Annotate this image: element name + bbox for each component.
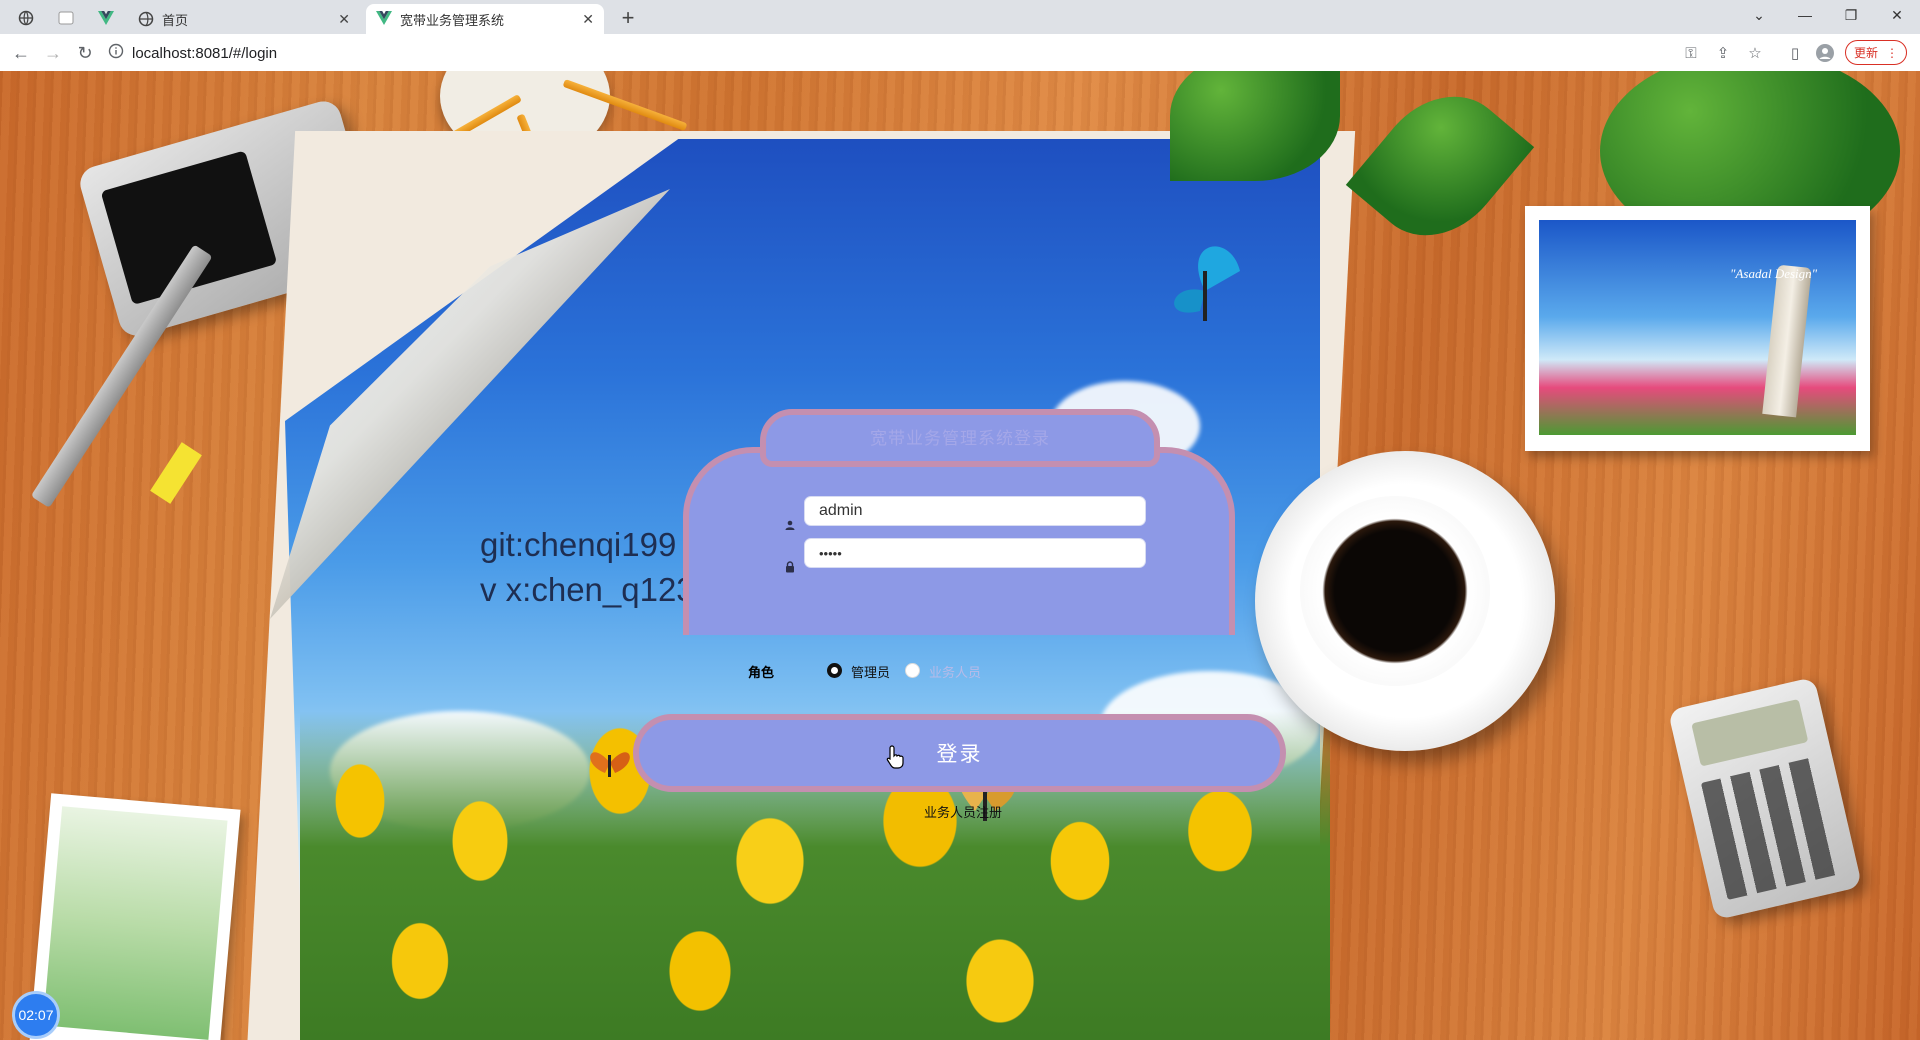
- vue-logo-icon: [376, 11, 392, 27]
- role-radio-admin[interactable]: [827, 663, 842, 678]
- login-page: "Asadal Design" git:chenqi199 v x:chen_q…: [0, 71, 1920, 1040]
- recording-timer-badge: 02:07: [12, 991, 60, 1039]
- reload-button[interactable]: ↻: [72, 40, 98, 66]
- key-icon[interactable]: ⚿: [1680, 42, 1702, 64]
- role-option-admin[interactable]: 管理员: [851, 662, 890, 681]
- login-button[interactable]: 登录: [633, 714, 1286, 792]
- tab-search-icon[interactable]: ⌄: [1736, 0, 1782, 30]
- password-input[interactable]: •••••: [804, 538, 1146, 568]
- role-label: 角色: [748, 665, 775, 680]
- login-title: 宽带业务管理系统登录: [870, 429, 1050, 448]
- forward-button[interactable]: →: [40, 40, 66, 66]
- bookmark-star-icon[interactable]: ☆: [1744, 42, 1766, 64]
- photo-card: "Asadal Design": [1525, 206, 1870, 451]
- new-tab-button[interactable]: +: [614, 4, 642, 32]
- user-icon: [782, 517, 798, 533]
- close-window-button[interactable]: ✕: [1874, 0, 1920, 30]
- minimize-button[interactable]: —: [1782, 0, 1828, 30]
- browser-toolbar: ← → ↻ localhost:8081/#/login ⚿ ⇪ ☆ ▯ 更新 ⋮: [0, 34, 1920, 72]
- vue-logo-icon: [98, 10, 114, 28]
- clipped-photo-image: [29, 793, 241, 1040]
- username-input[interactable]: admin: [804, 496, 1146, 526]
- blank-page-icon: [58, 11, 74, 28]
- side-panel-icon[interactable]: ▯: [1784, 42, 1806, 64]
- globe-icon: [18, 10, 34, 29]
- role-radio-staff[interactable]: [905, 663, 920, 678]
- role-option-staff[interactable]: 业务人员: [929, 662, 981, 681]
- tab-home[interactable]: 首页 ✕: [128, 4, 360, 34]
- url-text: localhost:8081/#/login: [132, 44, 278, 62]
- tab-pinned-blank[interactable]: [46, 4, 86, 34]
- info-icon[interactable]: [108, 43, 124, 64]
- register-link[interactable]: 业务人员注册: [924, 802, 1002, 821]
- hand-cursor-icon: [886, 745, 904, 769]
- lock-icon: [782, 559, 798, 575]
- login-button-label: 登录: [936, 743, 983, 766]
- globe-icon: [138, 11, 154, 27]
- tab-active[interactable]: 宽带业务管理系统 ✕: [366, 4, 604, 34]
- close-icon[interactable]: ✕: [582, 11, 594, 28]
- tab-title: 宽带业务管理系统: [400, 12, 505, 28]
- back-button[interactable]: ←: [8, 40, 34, 66]
- more-menu-icon: ⋮: [1886, 45, 1898, 60]
- browser-tabbar: 首页 ✕ 宽带业务管理系统 ✕ + ⌄ — ❐ ✕: [0, 0, 1920, 34]
- restore-button[interactable]: ❐: [1828, 0, 1874, 30]
- tab-pinned-vue[interactable]: [86, 4, 126, 34]
- address-bar[interactable]: localhost:8081/#/login: [108, 39, 1678, 67]
- tab-title: 首页: [162, 12, 189, 28]
- profile-avatar-icon[interactable]: [1814, 42, 1836, 64]
- tab-pinned-globe[interactable]: [6, 4, 46, 34]
- coffee-cup-image: [1300, 496, 1490, 686]
- close-icon[interactable]: ✕: [338, 11, 350, 28]
- share-icon[interactable]: ⇪: [1712, 42, 1734, 64]
- butterfly-image: [1174, 246, 1240, 321]
- overlay-text-git: git:chenqi199: [480, 526, 677, 563]
- butterfly-image: [590, 752, 630, 777]
- photo-caption: "Asadal Design": [1730, 266, 1818, 281]
- update-button[interactable]: 更新 ⋮: [1845, 40, 1907, 65]
